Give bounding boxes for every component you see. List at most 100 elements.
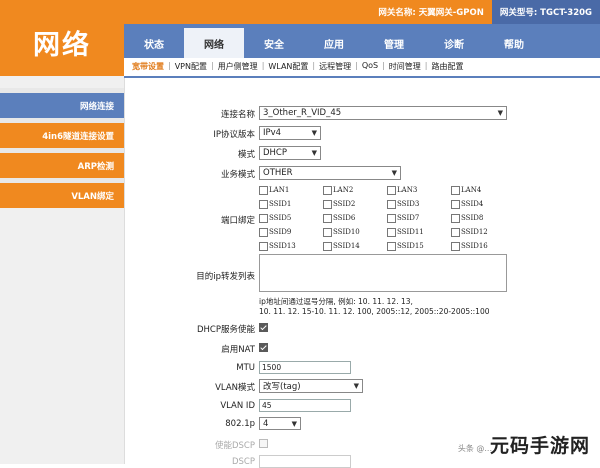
p8021-select[interactable]: 4 ▼ xyxy=(259,417,301,430)
dscp-enable-label: 使能DSCP xyxy=(214,441,255,451)
ip-version-select[interactable]: IPv4 ▼ xyxy=(259,126,321,140)
subtab-user-side[interactable]: 用户侧管理 xyxy=(216,61,260,72)
tab-security[interactable]: 安全 xyxy=(244,28,304,58)
mode-select[interactable]: DHCP ▼ xyxy=(259,146,321,160)
port-label: SSID5 xyxy=(269,214,292,222)
subtab-routing[interactable]: 路由配置 xyxy=(430,61,466,72)
mtu-label: MTU xyxy=(236,363,255,373)
port-label: LAN2 xyxy=(333,186,354,194)
sidebar-item-network-connection[interactable]: 网络连接 xyxy=(0,93,124,118)
port-ssid14-checkbox[interactable] xyxy=(323,242,332,251)
nat-checkbox[interactable] xyxy=(259,343,268,352)
chevron-down-icon: ▼ xyxy=(353,382,359,390)
port-ssid1-checkbox[interactable] xyxy=(259,200,268,209)
port-ssid15-checkbox[interactable] xyxy=(387,242,396,251)
tab-management[interactable]: 管理 xyxy=(364,28,424,58)
port-label: SSID6 xyxy=(333,214,356,222)
chevron-down-icon: ▼ xyxy=(311,149,317,157)
port-ssid6-checkbox[interactable] xyxy=(323,214,332,223)
chevron-down-icon: ▼ xyxy=(497,109,503,117)
port-ssid16-checkbox[interactable] xyxy=(451,242,460,251)
port-ssid5-checkbox[interactable] xyxy=(259,214,268,223)
port-lan2-checkbox[interactable] xyxy=(323,186,332,195)
tab-status[interactable]: 状态 xyxy=(124,28,184,58)
conn-name-value: 3_Other_R_VID_45 xyxy=(263,108,342,118)
subtab-vpn[interactable]: VPN配置 xyxy=(173,61,209,72)
service-mode-value: OTHER xyxy=(263,168,293,178)
dest-ip-label: 目的ip转发列表 xyxy=(196,272,255,282)
vlan-mode-select[interactable]: 改写(tag) ▼ xyxy=(259,379,363,393)
port-ssid11-checkbox[interactable] xyxy=(387,228,396,237)
port-label: SSID2 xyxy=(333,200,356,208)
port-ssid9-checkbox[interactable] xyxy=(259,228,268,237)
sidebar-item-vlan-bind[interactable]: VLAN绑定 xyxy=(0,183,124,208)
port-label: SSID13 xyxy=(269,242,296,250)
port-ssid8-checkbox[interactable] xyxy=(451,214,460,223)
sidebar: 网络连接 4in6隧道连接设置 ARP检测 VLAN绑定 xyxy=(0,76,124,464)
sidebar-item-arp[interactable]: ARP检测 xyxy=(0,153,124,178)
port-label: SSID16 xyxy=(461,242,488,250)
tab-network[interactable]: 网络 xyxy=(184,28,244,58)
port-label: SSID4 xyxy=(461,200,484,208)
port-label: SSID15 xyxy=(397,242,424,250)
ip-version-value: IPv4 xyxy=(263,128,282,138)
watermark-text: 元码手游网 xyxy=(489,435,590,457)
gateway-model: 网关型号: TGCT-320G xyxy=(491,0,600,24)
mtu-input[interactable]: 1500 xyxy=(259,361,351,374)
conn-name-select[interactable]: 3_Other_R_VID_45 ▼ xyxy=(259,106,507,120)
mode-value: DHCP xyxy=(263,148,287,158)
subtab-time[interactable]: 时间管理 xyxy=(387,61,423,72)
port-lan4-checkbox[interactable] xyxy=(451,186,460,195)
subtab-qos[interactable]: QoS xyxy=(360,61,380,72)
p8021-value: 4 xyxy=(263,418,269,429)
tab-help[interactable]: 帮助 xyxy=(484,28,544,58)
subtab-broadband[interactable]: 宽带设置 xyxy=(130,61,166,72)
port-label: LAN4 xyxy=(461,186,482,194)
ip-version-label: IP协议版本 xyxy=(213,130,255,140)
sidebar-item-4in6[interactable]: 4in6隧道连接设置 xyxy=(0,123,124,148)
port-ssid10-checkbox[interactable] xyxy=(323,228,332,237)
mode-label: 模式 xyxy=(237,150,255,160)
dscp-enable-checkbox[interactable] xyxy=(259,439,268,448)
port-ssid2-checkbox[interactable] xyxy=(323,200,332,209)
service-mode-label: 业务模式 xyxy=(220,170,255,180)
port-label: SSID11 xyxy=(397,228,424,236)
p8021-label: 802.1p xyxy=(225,419,255,429)
port-label: LAN1 xyxy=(269,186,290,194)
main-nav: 状态 网络 安全 应用 管理 诊断 帮助 xyxy=(124,24,600,58)
dhcp-checkbox[interactable] xyxy=(259,323,268,332)
service-mode-select[interactable]: OTHER ▼ xyxy=(259,166,401,180)
port-ssid4-checkbox[interactable] xyxy=(451,200,460,209)
vlan-mode-value: 改写(tag) xyxy=(263,382,301,392)
subtab-wlan[interactable]: WLAN配置 xyxy=(266,61,310,72)
port-ssid13-checkbox[interactable] xyxy=(259,242,268,251)
gateway-info: 网关名称: 天翼网关-GPON 网关型号: TGCT-320G xyxy=(370,0,600,24)
port-label: LAN3 xyxy=(397,186,418,194)
dest-ip-textarea[interactable] xyxy=(259,254,507,292)
port-label: SSID10 xyxy=(333,228,360,236)
port-label: SSID9 xyxy=(269,228,292,236)
sub-nav: 宽带设置 | VPN配置 | 用户侧管理 | WLAN配置 | 远程管理 | QoS | 时… xyxy=(124,58,600,78)
port-ssid3-checkbox[interactable] xyxy=(387,200,396,209)
chevron-down-icon: ▼ xyxy=(291,419,297,428)
dscp-input[interactable] xyxy=(259,455,351,468)
brand-panel: 网络 xyxy=(0,0,124,76)
port-bind-label: 端口绑定 xyxy=(220,216,255,226)
port-ssid12-checkbox[interactable] xyxy=(451,228,460,237)
mtu-value: 1500 xyxy=(262,363,282,372)
port-lan1-checkbox[interactable] xyxy=(259,186,268,195)
chevron-down-icon: ▼ xyxy=(311,129,317,137)
content-area: 连接名称 3_Other_R_VID_45 ▼ IP协议版本 IPv4 ▼ 模式 D… xyxy=(124,78,600,468)
port-ssid7-checkbox[interactable] xyxy=(387,214,396,223)
vlan-mode-label: VLAN模式 xyxy=(215,383,255,393)
watermark-small: 头条 @... xyxy=(457,444,492,453)
port-label: SSID12 xyxy=(461,228,488,236)
subtab-remote[interactable]: 远程管理 xyxy=(317,61,353,72)
vlan-id-input[interactable]: 45 xyxy=(259,399,351,412)
dest-ip-hint-1: ip地址间通过逗号分隔, 例如: 10. 11. 12. 13, xyxy=(259,297,413,306)
tab-diagnostics[interactable]: 诊断 xyxy=(424,28,484,58)
port-label: SSID14 xyxy=(333,242,360,250)
tab-apps[interactable]: 应用 xyxy=(304,28,364,58)
port-lan3-checkbox[interactable] xyxy=(387,186,396,195)
gateway-name: 网关名称: 天翼网关-GPON xyxy=(378,8,484,18)
